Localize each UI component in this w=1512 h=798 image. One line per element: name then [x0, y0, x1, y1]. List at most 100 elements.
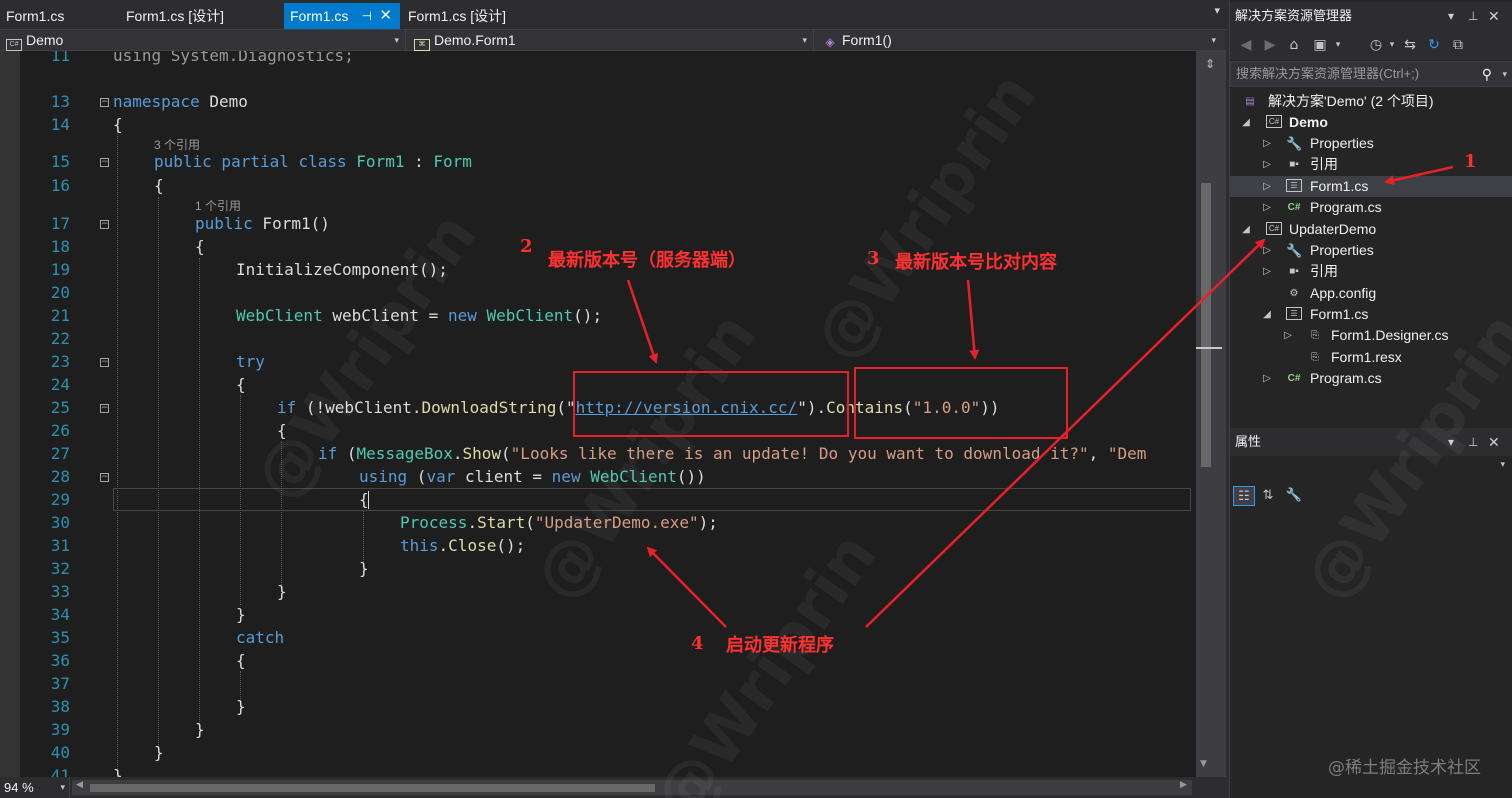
object-selector-dropdown-icon[interactable]: ▾ [1500, 460, 1505, 470]
collapse-icon[interactable]: − [100, 98, 109, 107]
refresh-icon[interactable]: ↻ [1426, 37, 1442, 53]
scroll-left-icon[interactable]: ◀ [76, 780, 83, 790]
type-token: WebClient [580, 467, 677, 486]
annotation-label-2: 最新版本号（服务器端） [548, 250, 746, 271]
expanded-icon[interactable]: ◢ [1261, 304, 1273, 325]
tree-item-solution[interactable]: ▤ 解决方案'Demo' (2 个项目) [1230, 91, 1512, 112]
code-line-11: 11 using System.Diagnostics; [0, 51, 1196, 67]
collapsed-icon[interactable]: ▷ [1261, 240, 1273, 261]
chevron-down-icon[interactable]: ▾ [1502, 62, 1507, 86]
collapsed-icon[interactable]: ▷ [1261, 133, 1273, 154]
forward-icon[interactable]: ▶ [1262, 37, 1278, 53]
code-line-27: 27 if (MessageBox.Show("Looks like there… [0, 442, 1196, 465]
tree-item-properties[interactable]: ▷ 🔧 Properties [1230, 240, 1512, 261]
tab-overflow-dropdown-icon[interactable]: ▾ [1214, 4, 1220, 17]
expanded-icon[interactable]: ◢ [1240, 219, 1252, 240]
method-token: Close [448, 536, 497, 555]
switch-views-icon[interactable]: ▣ [1312, 37, 1328, 53]
tree-item-program-cs[interactable]: ▷ C# Program.cs [1230, 368, 1512, 389]
vertical-scrollbar[interactable]: ⇕ ▼ [1196, 51, 1226, 777]
annotation-number-4: 4 [691, 633, 704, 654]
tab-form1-design-2[interactable]: Form1.cs [设计] [402, 3, 564, 29]
project-dropdown[interactable]: C# Demo ▾ [0, 30, 406, 51]
member-dropdown[interactable]: ◈ Form1() ▾ [816, 30, 1222, 51]
collapsed-icon[interactable]: ▷ [1282, 325, 1294, 346]
collapsed-icon[interactable]: ▷ [1261, 197, 1273, 218]
tab-form1-cs-1[interactable]: Form1.cs [0, 3, 118, 29]
code-line-21: 21 WebClient webClient = new WebClient()… [0, 304, 1196, 327]
window-position-icon[interactable]: ▾ [1448, 428, 1454, 456]
class-dropdown[interactable]: ⌘ Demo.Form1 ▾ [408, 30, 814, 51]
collapse-all-icon[interactable]: ⧉ [1450, 37, 1466, 53]
search-icon[interactable]: ⚲ [1482, 62, 1492, 86]
tree-item-form1-cs[interactable]: ◢ ☰ Form1.cs [1230, 304, 1512, 325]
collapse-icon[interactable]: − [100, 158, 109, 167]
collapse-icon[interactable]: − [100, 404, 109, 413]
sync-icon[interactable]: ⇆ [1402, 37, 1418, 53]
tree-item-project-updaterdemo[interactable]: ◢ C# UpdaterDemo [1230, 219, 1512, 240]
identifier-token: webClient = [322, 306, 448, 325]
line-number: 33 [50, 582, 70, 601]
keyword-token: if [318, 444, 338, 463]
tree-item-label: Form1.resx [1331, 349, 1402, 365]
chevron-down-icon[interactable]: ▾ [1330, 37, 1346, 53]
line-number: 41 [50, 766, 70, 777]
horizontal-scrollbar-thumb[interactable] [90, 784, 655, 792]
collapsed-icon[interactable]: ▷ [1261, 176, 1273, 197]
chevron-down-icon: ▾ [802, 35, 807, 45]
constructor-references-codelens[interactable]: 1 个引用 [195, 199, 241, 213]
code-text: } [277, 582, 287, 601]
tree-item-label: 引用 [1310, 263, 1338, 279]
tree-item-program-cs[interactable]: ▷ C# Program.cs [1230, 197, 1512, 218]
code-line-30: 30 Process.Start("UpdaterDemo.exe"); [0, 511, 1196, 534]
pending-changes-icon[interactable]: ◷ [1368, 37, 1384, 53]
solution-explorer-search[interactable]: 搜索解决方案资源管理器(Ctrl+;) ⚲ ▾ [1230, 61, 1512, 87]
alphabetical-icon[interactable]: ⇅ [1257, 486, 1279, 506]
close-icon[interactable]: ✕ [379, 3, 392, 29]
code-line-17: 17 − public Form1() [0, 212, 1196, 235]
property-pages-icon[interactable]: 🔧 [1283, 486, 1305, 506]
back-icon[interactable]: ◀ [1238, 37, 1254, 53]
tab-form1-cs-active[interactable]: Form1.cs ⊣ ✕ [284, 3, 400, 29]
keyword-token: using [359, 467, 408, 486]
collapsed-icon[interactable]: ▷ [1261, 154, 1273, 175]
collapse-icon[interactable]: − [100, 358, 109, 367]
window-position-icon[interactable]: ▾ [1448, 2, 1454, 30]
split-editor-icon[interactable]: ⇕ [1201, 57, 1219, 71]
pin-icon[interactable]: ⊣ [362, 3, 372, 29]
tree-item-label: Form1.cs [1310, 306, 1369, 322]
scroll-right-icon[interactable]: ▶ [1180, 780, 1187, 790]
scrollbar-thumb[interactable] [1201, 183, 1211, 467]
search-placeholder: 搜索解决方案资源管理器(Ctrl+;) [1236, 66, 1420, 81]
type-token: Process [400, 513, 468, 532]
collapsed-icon[interactable]: ▷ [1261, 368, 1273, 389]
tab-label: Form1.cs [290, 8, 349, 24]
collapse-icon[interactable]: − [100, 220, 109, 229]
scroll-down-icon[interactable]: ▼ [1200, 759, 1207, 769]
categorized-icon[interactable]: ☷ [1233, 486, 1255, 506]
chevron-down-icon[interactable]: ▾ [1384, 37, 1400, 53]
line-number: 32 [50, 559, 70, 578]
pin-icon[interactable]: ⊥ [1468, 2, 1478, 30]
tab-form1-design-1[interactable]: Form1.cs [设计] [120, 3, 282, 29]
close-icon[interactable]: ✕ [1488, 428, 1500, 456]
tree-item-project-demo[interactable]: ◢ C# Demo [1230, 112, 1512, 133]
tree-item-references[interactable]: ▷ ■▪ 引用 [1230, 261, 1512, 282]
close-icon[interactable]: ✕ [1488, 2, 1500, 30]
identifier-token: Form1() [252, 214, 330, 233]
collapse-icon[interactable]: − [100, 473, 109, 482]
document-tab-bar: Form1.cs Form1.cs [设计] Form1.cs ⊣ ✕ Form… [0, 0, 1226, 29]
tree-item-app-config[interactable]: ⚙ App.config [1230, 283, 1512, 304]
tree-item-form1-resx[interactable]: ⎘ Form1.resx [1230, 347, 1512, 368]
zoom-dropdown[interactable]: 94 % ▾ [0, 777, 70, 798]
expanded-icon[interactable]: ◢ [1240, 112, 1252, 133]
zoom-level: 94 % [4, 780, 34, 795]
code-line-34: 34 } [0, 603, 1196, 626]
tree-item-form1-designer-cs[interactable]: ▷ ⎘ Form1.Designer.cs [1230, 325, 1512, 346]
home-icon[interactable]: ⌂ [1286, 37, 1302, 53]
pin-icon[interactable]: ⊥ [1468, 428, 1478, 456]
collapsed-icon[interactable]: ▷ [1261, 261, 1273, 282]
tree-item-form1-cs[interactable]: ▷ ☰ Form1.cs [1230, 176, 1512, 197]
line-number: 35 [50, 628, 70, 647]
designer-file-icon: ⎘ [1311, 330, 1319, 341]
